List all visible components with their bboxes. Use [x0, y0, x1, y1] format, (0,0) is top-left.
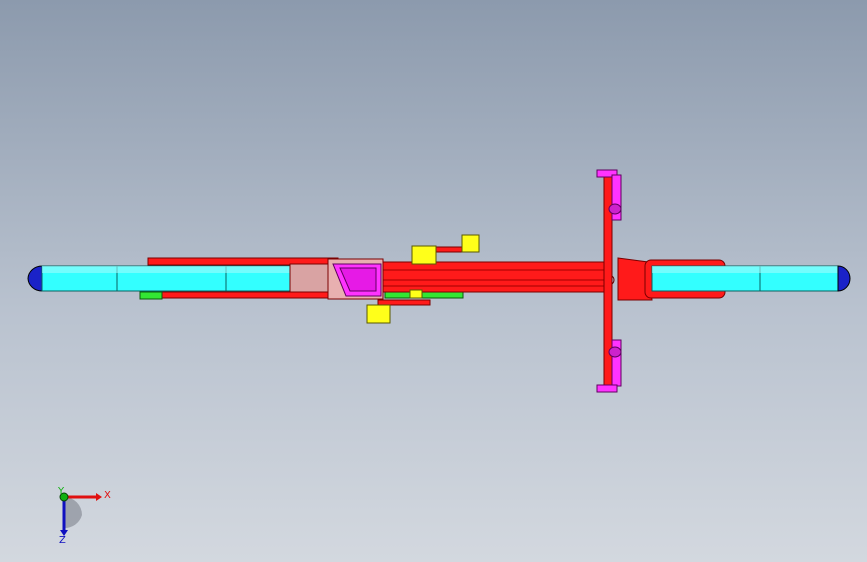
graphics-viewport[interactable]: X Y Z — [0, 0, 867, 562]
y-axis-label: Y — [57, 486, 65, 497]
triad-shadow — [64, 497, 82, 529]
rear-tire-cap — [27, 265, 43, 292]
x-axis-label: X — [104, 490, 111, 501]
rear-wheel[interactable] — [27, 265, 291, 292]
coordinate-triad: X Y Z — [57, 486, 111, 546]
crank-arm-bottom — [377, 299, 431, 306]
front-tire-cap — [837, 265, 851, 292]
main-frame-tube — [379, 261, 611, 293]
z-axis-label: Z — [59, 535, 66, 546]
front-wheel[interactable] — [651, 265, 851, 292]
bicycle-model-top-view[interactable]: X Y Z — [0, 0, 867, 562]
